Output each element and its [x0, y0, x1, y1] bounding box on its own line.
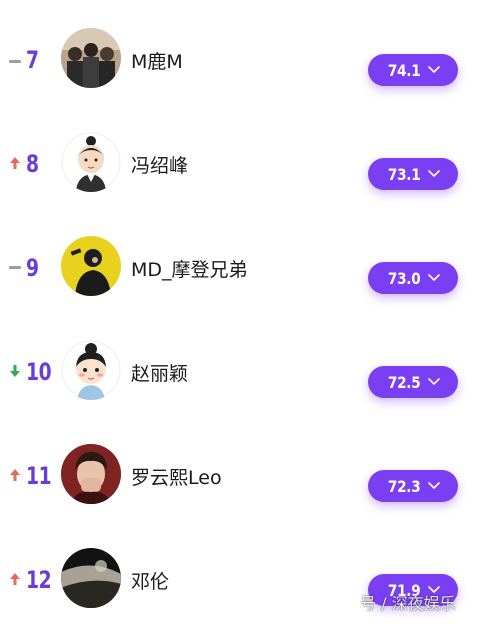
trend-same-icon [7, 259, 23, 275]
score-dropdown-button[interactable]: 73.1 [368, 158, 458, 190]
trend-up-icon [7, 467, 23, 483]
artist-name[interactable]: 赵丽颖 [131, 359, 188, 386]
chevron-down-icon [427, 377, 441, 387]
artist-name[interactable]: M鹿M [131, 47, 183, 74]
score-dropdown-button[interactable]: 72.5 [368, 366, 458, 398]
artist-name[interactable]: 罗云熙Leo [131, 463, 222, 490]
ranking-list: 7 M鹿M 74.1 8 冯绍峰 73.1 9 MD_摩登兄弟 73.0 10 … [0, 0, 493, 621]
ranking-row: 10 赵丽颖 72.5 [0, 322, 493, 426]
score-value: 73.1 [387, 164, 421, 184]
rank-number: 10 [26, 358, 52, 386]
score-value: 73.0 [387, 268, 421, 288]
score-dropdown-button[interactable]: 74.1 [368, 54, 458, 86]
trend-down-icon [7, 363, 23, 379]
rank-number: 9 [26, 254, 39, 282]
yellow-portrait-avatar[interactable] [61, 236, 121, 296]
rank-number: 7 [26, 46, 39, 74]
chevron-down-icon [427, 273, 441, 283]
trend-up-icon [7, 571, 23, 587]
watermark-text: 号 / 深夜娱乐 [360, 594, 456, 613]
ranking-row: 9 MD_摩登兄弟 73.0 [0, 218, 493, 322]
group-photo-avatar[interactable] [61, 28, 121, 88]
rank-number: 8 [26, 150, 39, 178]
landscape-avatar[interactable] [61, 548, 121, 608]
score-value: 74.1 [387, 60, 421, 80]
chevron-down-icon [427, 65, 441, 75]
cartoon-girl-avatar[interactable] [61, 340, 121, 400]
score-value: 72.5 [387, 372, 421, 392]
trend-up-icon [7, 155, 23, 171]
score-dropdown-button[interactable]: 72.3 [368, 470, 458, 502]
ranking-row: 8 冯绍峰 73.1 [0, 114, 493, 218]
artist-name[interactable]: 冯绍峰 [131, 151, 188, 178]
score-dropdown-button[interactable]: 73.0 [368, 262, 458, 294]
artist-name[interactable]: 邓伦 [131, 567, 169, 594]
cartoon-man-avatar[interactable] [61, 132, 121, 192]
ranking-row: 11 罗云熙Leo 72.3 [0, 426, 493, 530]
rank-number: 12 [26, 566, 52, 594]
trend-same-icon [7, 53, 23, 69]
chevron-down-icon [427, 169, 441, 179]
rank-number: 11 [26, 462, 52, 490]
chevron-down-icon [427, 481, 441, 491]
portrait-avatar[interactable] [61, 444, 121, 504]
ranking-row: 7 M鹿M 74.1 [0, 10, 493, 114]
score-value: 72.3 [387, 476, 421, 496]
ranking-row: 12 邓伦 71.9 [0, 530, 493, 634]
artist-name[interactable]: MD_摩登兄弟 [131, 255, 248, 282]
